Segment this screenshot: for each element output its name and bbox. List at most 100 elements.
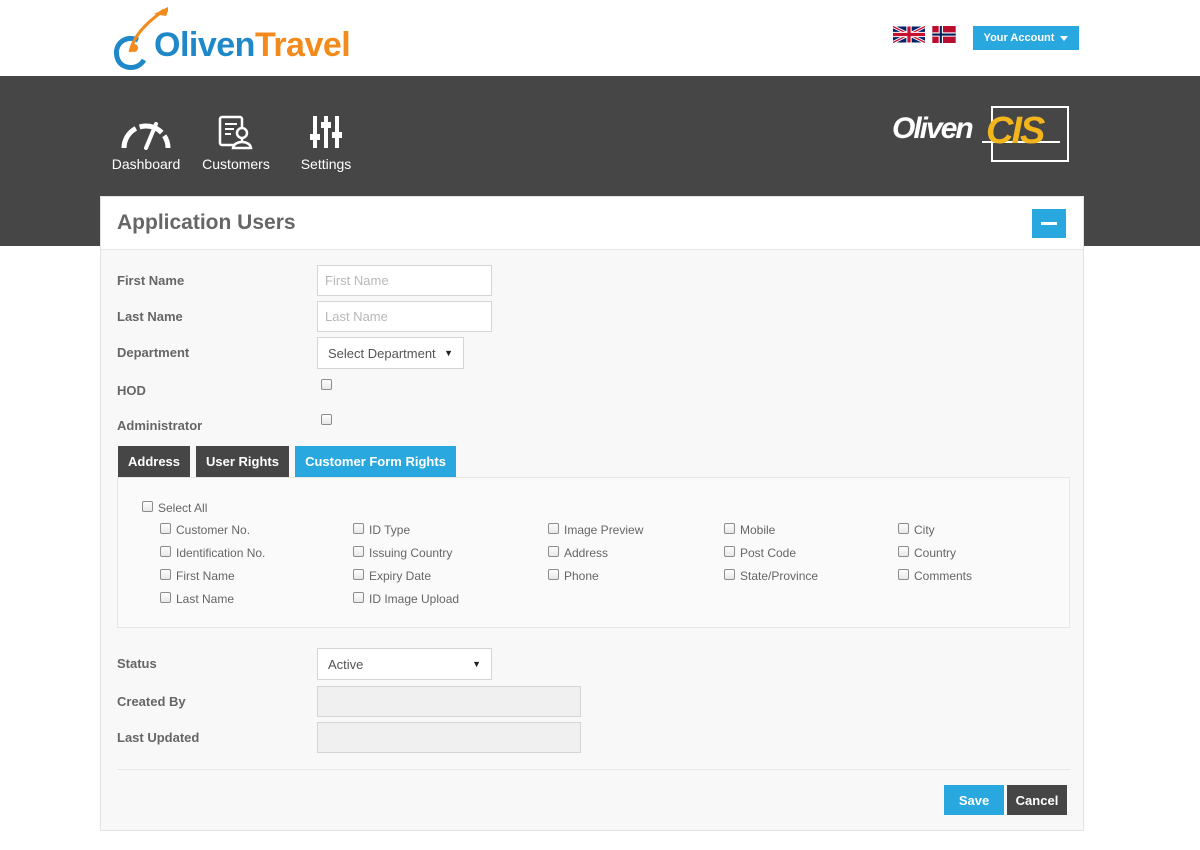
- right-checkbox[interactable]: [724, 546, 735, 557]
- created-by-label: Created By: [117, 694, 186, 709]
- status-select[interactable]: Active ▼: [317, 648, 492, 680]
- right-label: Comments: [914, 569, 973, 583]
- select-arrow-icon: ▼: [472, 659, 481, 669]
- right-label: Customer No.: [176, 523, 251, 537]
- right-option[interactable]: ID Image Upload: [353, 592, 459, 606]
- your-account-button[interactable]: Your Account: [973, 26, 1079, 50]
- caret-down-icon: [1060, 35, 1069, 41]
- select-all-checkbox[interactable]: [142, 501, 153, 512]
- panel-header: Application Users: [101, 197, 1083, 250]
- last-updated-field: [317, 722, 581, 753]
- right-checkbox[interactable]: [898, 546, 909, 557]
- right-checkbox[interactable]: [160, 546, 171, 557]
- right-label: Issuing Country: [369, 546, 453, 560]
- select-all-label: Select All: [158, 501, 208, 515]
- right-label: State/Province: [740, 569, 819, 583]
- tab-address[interactable]: Address: [118, 446, 190, 477]
- sliders-icon: [310, 116, 342, 148]
- right-checkbox[interactable]: [548, 546, 559, 557]
- right-option[interactable]: Last Name: [160, 592, 234, 606]
- right-option[interactable]: Address: [548, 546, 608, 560]
- right-option[interactable]: State/Province: [724, 569, 818, 583]
- nav-customers-label: Customers: [202, 156, 270, 172]
- select-all-option[interactable]: Select All: [142, 501, 207, 515]
- last-updated-label: Last Updated: [117, 730, 200, 745]
- right-option[interactable]: Customer No.: [160, 523, 250, 537]
- gauge-icon: [121, 122, 171, 150]
- right-option[interactable]: Phone: [548, 569, 599, 583]
- right-label: Expiry Date: [369, 569, 432, 583]
- right-checkbox[interactable]: [724, 523, 735, 534]
- nav-settings[interactable]: Settings: [286, 114, 366, 172]
- right-checkbox[interactable]: [160, 569, 171, 580]
- created-by-field: [317, 686, 581, 717]
- right-checkbox[interactable]: [548, 569, 559, 580]
- top-header: OlivenTravel Your Account: [0, 0, 1200, 76]
- right-checkbox[interactable]: [724, 569, 735, 580]
- divider: [117, 769, 1070, 770]
- right-label: First Name: [176, 569, 235, 583]
- customer-form-icon: [218, 115, 253, 150]
- administrator-label: Administrator: [117, 418, 203, 433]
- save-button[interactable]: Save: [944, 785, 1004, 815]
- right-option[interactable]: City: [898, 523, 935, 537]
- cancel-button[interactable]: Cancel: [1007, 785, 1067, 815]
- right-option[interactable]: Mobile: [724, 523, 775, 537]
- last-name-input[interactable]: [317, 301, 492, 332]
- right-label: City: [914, 523, 935, 537]
- right-option[interactable]: ID Type: [353, 523, 410, 537]
- olivencis-logo-cis: CIS: [986, 110, 1045, 152]
- application-users-panel: Application Users First Name Last Name D…: [100, 196, 1084, 831]
- tab-user-rights[interactable]: User Rights: [196, 446, 289, 477]
- right-option[interactable]: Image Preview: [548, 523, 643, 537]
- hod-checkbox[interactable]: [321, 379, 332, 390]
- right-label: Post Code: [740, 546, 797, 560]
- right-label: ID Type: [369, 523, 411, 537]
- right-label: Identification No.: [176, 546, 266, 560]
- right-checkbox[interactable]: [353, 592, 364, 603]
- last-name-label: Last Name: [117, 309, 183, 324]
- right-label: Address: [564, 546, 609, 560]
- customer-form-rights-box: Select All Customer No. Identification N…: [117, 477, 1070, 628]
- right-checkbox[interactable]: [353, 523, 364, 534]
- right-checkbox[interactable]: [160, 523, 171, 534]
- logo-text-oliven: Oliven: [154, 26, 255, 64]
- nav-dashboard[interactable]: Dashboard: [106, 114, 186, 172]
- department-label: Department: [117, 345, 190, 360]
- right-label: Last Name: [176, 592, 235, 606]
- nav-customers[interactable]: Customers: [196, 114, 276, 172]
- right-label: Mobile: [740, 523, 776, 537]
- uk-flag-icon[interactable]: [893, 26, 925, 43]
- right-checkbox[interactable]: [160, 592, 171, 603]
- right-checkbox[interactable]: [353, 546, 364, 557]
- right-label: Phone: [564, 569, 599, 583]
- hod-label: HOD: [117, 383, 146, 398]
- right-option[interactable]: Identification No.: [160, 546, 265, 560]
- right-checkbox[interactable]: [353, 569, 364, 580]
- status-label: Status: [117, 656, 157, 671]
- oliventravel-logo[interactable]: OlivenTravel: [108, 4, 378, 72]
- nav-settings-label: Settings: [300, 156, 352, 172]
- right-checkbox[interactable]: [898, 523, 909, 534]
- department-select[interactable]: Select Department ▼: [317, 337, 464, 369]
- right-option[interactable]: Country: [898, 546, 956, 560]
- logo-text: OlivenTravel: [154, 26, 351, 65]
- right-checkbox[interactable]: [898, 569, 909, 580]
- collapse-button[interactable]: [1032, 209, 1066, 238]
- first-name-input[interactable]: [317, 265, 492, 296]
- right-option[interactable]: Comments: [898, 569, 972, 583]
- right-checkbox[interactable]: [548, 523, 559, 534]
- right-option[interactable]: Expiry Date: [353, 569, 431, 583]
- nav-dashboard-label: Dashboard: [111, 156, 181, 172]
- first-name-label: First Name: [117, 273, 185, 288]
- right-label: Image Preview: [564, 523, 644, 537]
- tab-customer-form-rights[interactable]: Customer Form Rights: [295, 446, 456, 477]
- norway-flag-icon[interactable]: [928, 26, 960, 43]
- logo-text-travel: Travel: [254, 26, 351, 64]
- right-option[interactable]: Post Code: [724, 546, 796, 560]
- right-option[interactable]: Issuing Country: [353, 546, 452, 560]
- right-option[interactable]: First Name: [160, 569, 235, 583]
- administrator-checkbox[interactable]: [321, 414, 332, 425]
- minus-icon: [1041, 222, 1057, 225]
- page-title: Application Users: [117, 211, 296, 234]
